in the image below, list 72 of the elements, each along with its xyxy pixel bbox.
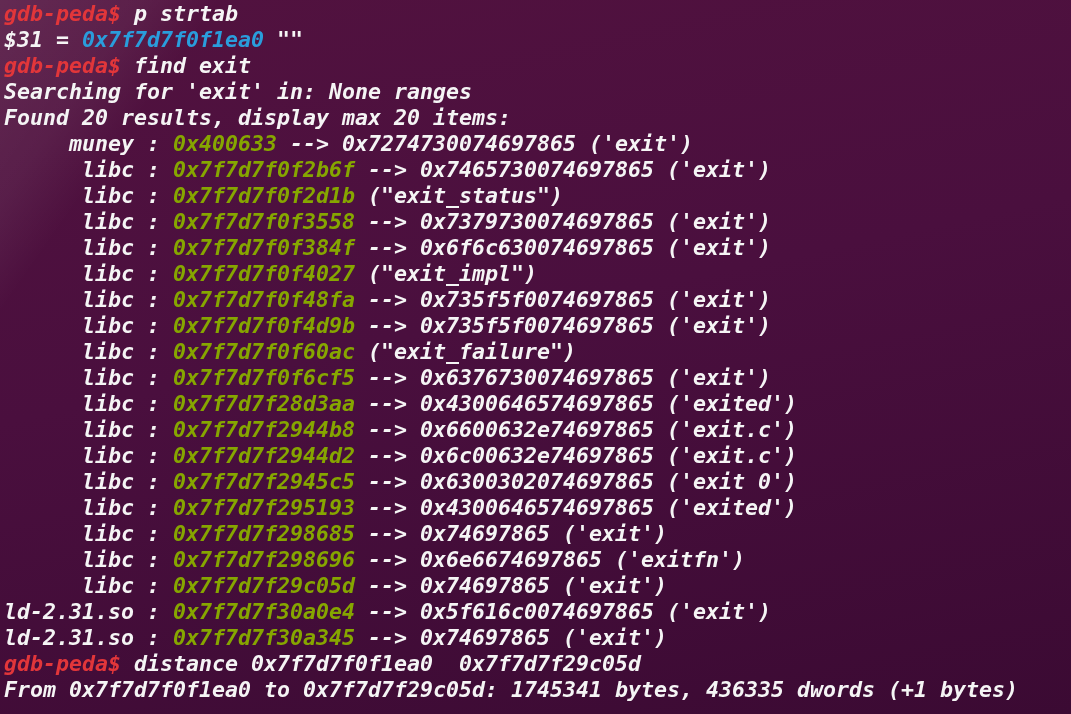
region-label: libc : — [81, 417, 160, 443]
region-label: libc : — [81, 521, 160, 547]
region-label: libc : — [81, 183, 160, 209]
prompt-text: gdb-peda$ — [4, 1, 121, 27]
region-label: libc : — [81, 235, 160, 261]
prompt-text: gdb-peda$ — [4, 651, 121, 677]
match-detail: --> 0x7465730074697865 ('exit') — [368, 157, 772, 183]
match-address: 0x7f7d7f29c05d — [173, 573, 355, 599]
match-address: 0x7f7d7f0f6cf5 — [173, 365, 355, 391]
match-detail: --> 0x7274730074697865 ('exit') — [290, 131, 694, 157]
match-address: 0x7f7d7f30a0e4 — [173, 599, 355, 625]
region-label: ld-2.31.so : — [4, 625, 160, 651]
match-address: 0x7f7d7f2944d2 — [173, 443, 355, 469]
region-label: libc : — [81, 547, 160, 573]
match-address: 0x7f7d7f0f384f — [173, 235, 355, 261]
match-detail: ("exit_failure") — [368, 339, 577, 365]
region-label: libc : — [81, 495, 160, 521]
match-detail: ("exit_status") — [368, 183, 564, 209]
match-detail: --> 0x735f5f0074697865 ('exit') — [368, 313, 772, 339]
match-detail: --> 0x4300646574697865 ('exited') — [368, 391, 798, 417]
match-detail: ("exit_impl") — [368, 261, 538, 287]
match-detail: --> 0x6600632e74697865 ('exit.c') — [368, 417, 798, 443]
region-label: libc : — [81, 573, 160, 599]
match-address: 0x7f7d7f28d3aa — [173, 391, 355, 417]
match-detail: --> 0x735f5f0074697865 ('exit') — [368, 287, 772, 313]
match-address: 0x400633 — [173, 131, 277, 157]
region-label: libc : — [81, 339, 160, 365]
pointer-address: 0x7f7d7f0f1ea0 — [82, 27, 265, 53]
match-detail: --> 0x74697865 ('exit') — [368, 521, 668, 547]
output-text: Found 20 results, display max 20 items: — [4, 105, 512, 131]
match-detail: --> 0x6376730074697865 ('exit') — [368, 365, 772, 391]
match-address: 0x7f7d7f0f2d1b — [173, 183, 355, 209]
prompt-text: gdb-peda$ — [4, 53, 121, 79]
match-detail: --> 0x7379730074697865 ('exit') — [368, 209, 772, 235]
match-address: 0x7f7d7f295193 — [173, 495, 355, 521]
match-address: 0x7f7d7f0f4027 — [173, 261, 355, 287]
output-text: From 0x7f7d7f0f1ea0 to 0x7f7d7f29c05d: 1745341 bytes, 436335 dwords (+1 bytes) — [4, 677, 1019, 703]
match-address: 0x7f7d7f0f60ac — [173, 339, 355, 365]
match-detail: --> 0x74697865 ('exit') — [368, 573, 668, 599]
region-label: libc : — [81, 443, 160, 469]
match-detail: --> 0x6e6674697865 ('exitfn') — [368, 547, 746, 573]
match-address: 0x7f7d7f0f4d9b — [173, 313, 355, 339]
match-detail: --> 0x6300302074697865 ('exit 0') — [368, 469, 798, 495]
match-address: 0x7f7d7f0f3558 — [173, 209, 355, 235]
command-text: find exit — [134, 53, 252, 79]
command-text: distance 0x7f7d7f0f1ea0 0x7f7d7f29c05d — [134, 651, 642, 677]
match-detail: --> 0x74697865 ('exit') — [368, 625, 668, 651]
match-address: 0x7f7d7f298685 — [173, 521, 355, 547]
region-label: libc : — [81, 261, 160, 287]
region-label: libc : — [81, 157, 160, 183]
region-label: libc : — [81, 287, 160, 313]
match-detail: --> 0x6f6c630074697865 ('exit') — [368, 235, 772, 261]
match-detail: --> 0x6c00632e74697865 ('exit.c') — [368, 443, 798, 469]
region-label: libc : — [81, 313, 160, 339]
region-label: libc : — [81, 365, 160, 391]
value-text: "" — [277, 27, 304, 53]
match-address: 0x7f7d7f298696 — [173, 547, 355, 573]
region-label: ld-2.31.so : — [4, 599, 160, 625]
match-address: 0x7f7d7f2944b8 — [173, 417, 355, 443]
match-address: 0x7f7d7f0f48fa — [173, 287, 355, 313]
region-label: libc : — [81, 469, 160, 495]
match-detail: --> 0x4300646574697865 ('exited') — [368, 495, 798, 521]
region-label: libc : — [81, 209, 160, 235]
match-address: 0x7f7d7f0f2b6f — [173, 157, 355, 183]
output-text: Searching for 'exit' in: None ranges — [4, 79, 473, 105]
region-label: muney : — [67, 131, 160, 157]
match-address: 0x7f7d7f30a345 — [173, 625, 355, 651]
match-detail: --> 0x5f616c0074697865 ('exit') — [368, 599, 772, 625]
value-text: $31 = — [4, 27, 69, 53]
command-text: p strtab — [134, 1, 239, 27]
match-address: 0x7f7d7f2945c5 — [173, 469, 355, 495]
region-label: libc : — [81, 391, 160, 417]
